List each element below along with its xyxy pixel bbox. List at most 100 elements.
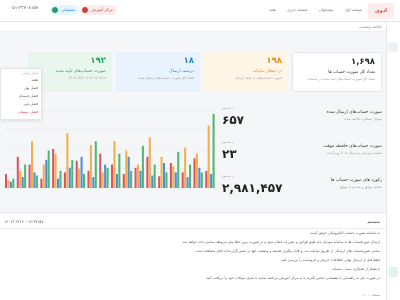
- chart-bar[interactable]: [71, 159, 74, 188]
- card-total-invoices[interactable]: ۱,۶۹۸ تعداد کل صورت حساب ها تعداد کل صور…: [292, 52, 382, 92]
- support-button[interactable]: پشتیبانی: [50, 5, 79, 15]
- chart-bar[interactable]: [137, 164, 140, 188]
- chart-bar[interactable]: [40, 178, 43, 188]
- chart-bar[interactable]: [89, 145, 92, 188]
- chart-bar[interactable]: [205, 170, 208, 188]
- chart-bar[interactable]: [115, 173, 118, 188]
- nav-item-all[interactable]: همه: [269, 7, 276, 12]
- filter-option-summer[interactable]: فصل تابستان: [4, 92, 38, 100]
- nav-item-home[interactable]: صفحه اول: [345, 7, 362, 12]
- filter-option-spring[interactable]: فصل بهار: [4, 84, 38, 92]
- chart-bar[interactable]: [198, 167, 201, 188]
- chart-bar[interactable]: [186, 177, 189, 188]
- chart-bar[interactable]: [184, 147, 187, 188]
- chart-bar[interactable]: [42, 164, 45, 188]
- app-logo[interactable]: ادوی: [368, 3, 394, 19]
- chart-bar[interactable]: [87, 170, 90, 188]
- chart-bar[interactable]: [24, 164, 27, 188]
- chart-bar[interactable]: [125, 150, 128, 188]
- chart-bar[interactable]: [33, 172, 36, 188]
- chart-bar[interactable]: [207, 125, 210, 188]
- chart-bar[interactable]: [54, 153, 57, 188]
- card-sent-value: ۱۸: [183, 56, 194, 66]
- chart-bar[interactable]: [148, 137, 151, 188]
- chart-bar[interactable]: [172, 166, 175, 188]
- chart-bar[interactable]: [16, 156, 19, 188]
- chart-bar[interactable]: [134, 167, 137, 188]
- chart-bar[interactable]: [130, 170, 133, 188]
- chart-bar[interactable]: [189, 164, 192, 188]
- chart-bar[interactable]: [111, 164, 114, 188]
- nav-item-news[interactable]: صفحه خبری: [287, 7, 307, 12]
- chart-bar[interactable]: [35, 175, 38, 188]
- filter-option-autumn[interactable]: فصل پاییز: [4, 100, 38, 108]
- chart-bar[interactable]: [104, 164, 107, 188]
- chart-bar[interactable]: [195, 153, 198, 188]
- chart-bar[interactable]: [83, 173, 86, 188]
- filter-option-week[interactable]: هفته: [4, 76, 38, 84]
- chart-bar[interactable]: [101, 172, 104, 188]
- card-pending[interactable]: ۱۹۸ در انتظار سامانه صورت حساب‌های در صف…: [204, 52, 288, 92]
- chart-bar[interactable]: [12, 178, 15, 188]
- chart-bar[interactable]: [63, 172, 66, 188]
- chart-bar[interactable]: [127, 156, 130, 188]
- card-total-value: ۱,۶۹۸: [351, 57, 375, 67]
- metric-sub: قابلیت ویرایش و ارسال تا ۳۰ روز آینده: [327, 151, 382, 155]
- chart-bar[interactable]: [200, 172, 203, 188]
- chart-bar[interactable]: [47, 150, 50, 188]
- sidebar: [386, 22, 400, 300]
- chart-bar[interactable]: [66, 133, 69, 188]
- chart-bar[interactable]: [113, 141, 116, 188]
- chart-bar[interactable]: [94, 141, 97, 188]
- chart-bar[interactable]: [181, 172, 184, 188]
- training-center-button[interactable]: مرکز آموزش: [80, 5, 117, 15]
- sidebar-menu-icon[interactable]: [388, 42, 398, 52]
- chart-bar[interactable]: [210, 173, 213, 188]
- chart-bar[interactable]: [118, 153, 121, 188]
- chart-bar[interactable]: [9, 181, 12, 188]
- chart-bar[interactable]: [141, 145, 144, 188]
- chart-bar[interactable]: [165, 172, 168, 188]
- chart-bar[interactable]: [5, 173, 8, 188]
- chart-bar[interactable]: [52, 149, 55, 188]
- chart-bar[interactable]: [28, 164, 31, 188]
- chart-bar[interactable]: [7, 180, 10, 188]
- chart-bar[interactable]: [75, 160, 78, 188]
- filter-option-winter[interactable]: فصل زمستان: [4, 108, 38, 116]
- metric-sent[interactable]: در مجموع ۶۵۷ صورت حساب‌های ارسال شده نمو…: [222, 104, 386, 132]
- chart-bar[interactable]: [59, 170, 62, 188]
- chart-bar[interactable]: [31, 141, 34, 188]
- chart-bar[interactable]: [122, 173, 125, 188]
- chart-bar[interactable]: [160, 156, 163, 188]
- divider: [0, 228, 386, 229]
- chart-bar[interactable]: [212, 113, 215, 188]
- messages-panel: ۱۴۰۲/۰۴/۱۲ - ۱۴:۳۷:۵۷ سیستم به سامانه صو…: [0, 212, 386, 300]
- chart-bar[interactable]: [158, 176, 161, 188]
- chart-bar[interactable]: [146, 156, 149, 188]
- chart-bar[interactable]: [21, 177, 24, 188]
- chart-bar[interactable]: [163, 163, 166, 188]
- chart-bar[interactable]: [68, 167, 71, 188]
- chart-bar[interactable]: [169, 163, 172, 188]
- chart-bar[interactable]: [78, 168, 81, 189]
- chart-bar[interactable]: [177, 152, 180, 188]
- chart-bar[interactable]: [153, 164, 156, 188]
- chart-bar[interactable]: [193, 158, 196, 188]
- chart-bar[interactable]: [151, 175, 154, 188]
- chart-bar[interactable]: [106, 167, 109, 188]
- chart-bar[interactable]: [45, 159, 48, 188]
- chart-bar[interactable]: [139, 170, 142, 188]
- nav-item-dashboard[interactable]: پیشخوان: [319, 7, 334, 12]
- chart-bar[interactable]: [19, 170, 22, 188]
- card-sending-queue[interactable]: ۱۸ درصف ارسال تعداد کل صورت حساب‌های ارس…: [116, 52, 200, 92]
- chart-bar[interactable]: [57, 178, 60, 188]
- time-filter-dropdown[interactable]: فیلتر زمانی هفته فصل بهار فصل تابستان فص…: [0, 68, 42, 120]
- metric-draft[interactable]: در مجموع ۲۳ صورت حساب‌های حافظه موقت قاب…: [222, 138, 386, 166]
- chart-bar[interactable]: [99, 153, 102, 188]
- chart-bar[interactable]: [174, 172, 177, 188]
- chart-bar[interactable]: [80, 156, 83, 188]
- chart-bar[interactable]: [92, 177, 95, 188]
- sidebar-chat-icon[interactable]: [388, 267, 398, 277]
- message-line: تمامی صورتحساب های ارسالی از طریق سامانه…: [195, 249, 380, 253]
- metric-records[interactable]: در مجموع ۲,۹۸۱,۴۵۷ رکورد های صورت حساب ه…: [222, 172, 386, 200]
